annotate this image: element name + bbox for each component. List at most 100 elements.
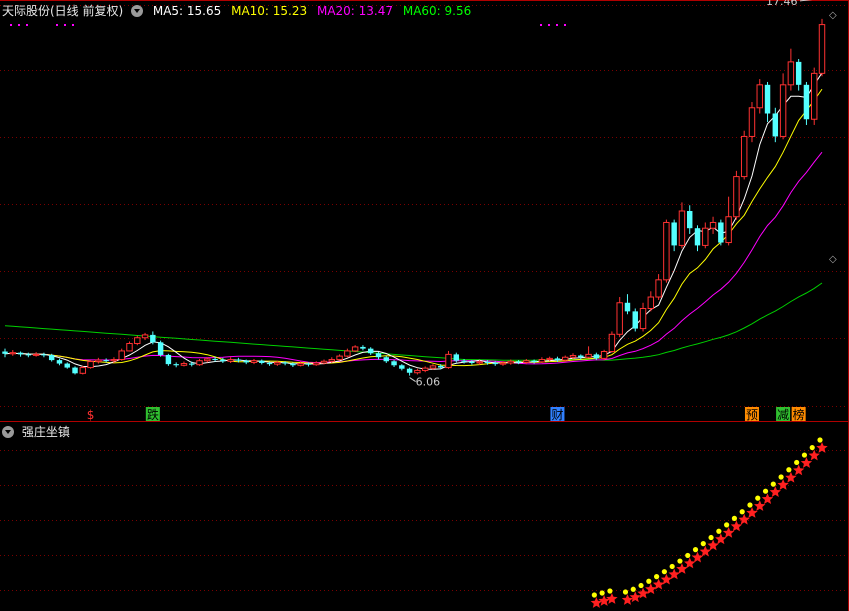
candle-body: [165, 354, 172, 365]
indicator-star: [746, 507, 758, 518]
indicator-star: [738, 513, 750, 525]
candle-body: [406, 368, 413, 373]
header-dot: [548, 24, 550, 26]
candle-body: [320, 360, 328, 364]
candle-body: [694, 228, 701, 246]
candle-body: [180, 363, 188, 366]
candle-body: [616, 302, 623, 335]
candle-body: [671, 222, 677, 246]
candle-body: [764, 84, 771, 114]
indicator-star: [785, 471, 797, 483]
candle-body: [639, 308, 647, 330]
candle-body: [438, 365, 444, 368]
candle-body: [818, 24, 826, 74]
event-marker: 财: [551, 408, 563, 422]
candle-body: [469, 361, 475, 363]
event-marker: 预: [746, 408, 758, 422]
candle-body: [600, 351, 608, 359]
candle-body: [259, 360, 265, 363]
candle-body: [709, 221, 717, 229]
indicator-star: [699, 545, 711, 557]
candle-body: [150, 334, 156, 343]
candle-body: [414, 369, 421, 374]
event-marker: 榜: [793, 407, 805, 422]
candle-body: [204, 358, 211, 362]
candle-body: [48, 354, 55, 361]
diamond-icon[interactable]: ◇: [829, 254, 837, 265]
diamond-icon[interactable]: ◇: [829, 10, 837, 21]
candle-body: [421, 367, 429, 371]
candle-body: [328, 359, 336, 362]
ma5-line: [4, 72, 823, 370]
candle-body: [9, 352, 17, 355]
candle-body: [367, 348, 374, 354]
event-marker: 减: [777, 408, 789, 422]
candle-body: [803, 84, 810, 120]
candle-body: [336, 355, 343, 361]
indicator-dot: [762, 488, 769, 494]
indicator-dot: [731, 515, 738, 521]
candle-body: [647, 296, 655, 310]
candle-body: [585, 353, 592, 358]
candle-body: [484, 361, 491, 363]
header-dot: [18, 24, 20, 26]
candle-body: [87, 361, 94, 369]
candle-body: [453, 354, 460, 361]
candle-body: [632, 311, 638, 329]
indicator-dot: [755, 495, 761, 501]
indicator-dot: [809, 444, 815, 451]
candle-body: [531, 360, 537, 362]
candle-body: [351, 346, 359, 352]
indicator-star: [684, 557, 696, 569]
candle-body: [282, 362, 288, 364]
indicator-title: 强庄坐镇: [21, 425, 70, 439]
indicator-star: [769, 486, 781, 497]
candle-body: [569, 355, 577, 358]
candle-body: [663, 221, 670, 281]
indicator-header: 强庄坐镇: [0, 423, 70, 441]
candle-body: [274, 361, 281, 365]
candle-body: [445, 353, 452, 369]
candle-body: [266, 362, 273, 365]
candle-body: [391, 361, 397, 366]
candle-body: [593, 354, 600, 359]
candle-body: [562, 356, 569, 361]
candle-body: [118, 350, 125, 361]
candle-body: [538, 359, 546, 363]
indicator-dot: [661, 569, 667, 575]
candle-body: [25, 354, 32, 356]
candle-body: [141, 334, 149, 339]
candle-body: [429, 365, 437, 369]
candle-body: [787, 61, 795, 86]
indicator-dot: [739, 509, 745, 515]
moving-average-lines: [4, 72, 823, 370]
candle-body: [399, 365, 405, 369]
ma20-label: MA20: 13.47: [316, 4, 394, 18]
indicator-dot: [770, 481, 776, 487]
indicator-star: [730, 520, 743, 532]
candle-body: [554, 358, 561, 361]
indicator-star: [793, 464, 805, 476]
candle-body: [375, 353, 382, 358]
ma10-line: [4, 88, 823, 367]
candle-body: [235, 359, 242, 361]
candle-body: [655, 279, 662, 298]
candle-body: [499, 362, 507, 365]
indicator-star: [722, 526, 735, 538]
indicator-star: [754, 500, 766, 511]
candle-body: [227, 359, 234, 362]
indicator-star: [816, 442, 828, 453]
dropdown-icon[interactable]: [131, 4, 144, 17]
ma10-label: MA10: 15.23: [231, 4, 308, 18]
candle-body: [718, 222, 724, 243]
candle-body: [79, 367, 87, 374]
candle-body: [360, 346, 366, 349]
indicator-star: [598, 595, 610, 606]
header-dot: [540, 24, 542, 26]
candle-body: [344, 350, 351, 357]
candle-body: [687, 211, 693, 229]
indicator-star: [808, 449, 820, 461]
indicator-dot: [677, 558, 683, 564]
indicator-dropdown-icon[interactable]: [2, 425, 14, 438]
candle-body: [624, 302, 631, 312]
